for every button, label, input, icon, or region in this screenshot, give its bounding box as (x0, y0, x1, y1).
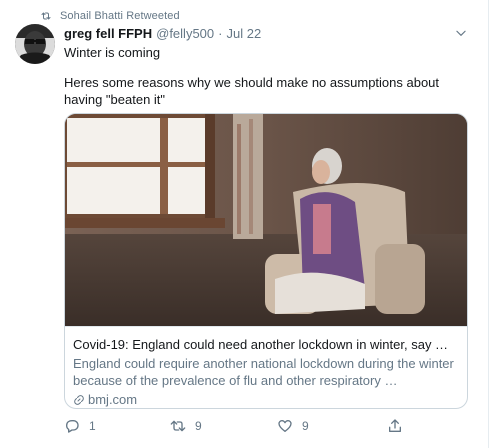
tweet-header: greg fell FFPH @felly500 · Jul 22 (64, 24, 468, 42)
reply-icon (66, 420, 79, 433)
tweet-text-paragraph: Heres some reasons why we should make no… (64, 75, 440, 107)
retweet-context: Sohail Bhatti Retweeted (40, 9, 180, 23)
timestamp[interactable]: Jul 22 (226, 26, 261, 41)
card-title: Covid-19: England could need another loc… (73, 337, 449, 352)
like-button[interactable]: 9 (277, 416, 309, 436)
card-body[interactable]: Covid-19: England could need another loc… (65, 326, 467, 408)
chevron-down-icon[interactable] (454, 26, 468, 40)
reply-button[interactable]: 1 (64, 416, 96, 436)
reply-count: 1 (89, 419, 96, 433)
link-icon (74, 394, 84, 405)
retweet-count: 9 (195, 419, 202, 433)
separator: · (218, 25, 223, 41)
card-domain-text: bmj.com (88, 392, 138, 407)
retweet-button[interactable]: 9 (170, 416, 202, 436)
share-button[interactable] (387, 416, 403, 436)
tweet-actions: 1 9 9 (64, 416, 468, 436)
heart-icon (278, 420, 292, 432)
display-name[interactable]: greg fell FFPH (64, 26, 152, 41)
card-domain: bmj.com (73, 391, 459, 408)
avatar[interactable] (15, 24, 55, 64)
tweet-text-line: Winter is coming (64, 45, 161, 60)
share-icon (389, 419, 401, 432)
retweet-icon (41, 12, 51, 20)
link-card[interactable]: Covid-19: England could need another loc… (64, 113, 468, 409)
like-count: 9 (302, 419, 309, 433)
card-image[interactable] (65, 114, 467, 326)
tweet[interactable]: Sohail Bhatti Retweeted greg fell FFPH @… (0, 0, 489, 448)
user-handle[interactable]: @felly500 (156, 26, 214, 41)
card-description: England could require another national l… (73, 356, 454, 388)
tweet-text: Winter is coming Heres some reasons why … (64, 44, 464, 108)
retweet-context-text[interactable]: Sohail Bhatti Retweeted (60, 10, 180, 22)
retweet-icon (170, 420, 186, 432)
